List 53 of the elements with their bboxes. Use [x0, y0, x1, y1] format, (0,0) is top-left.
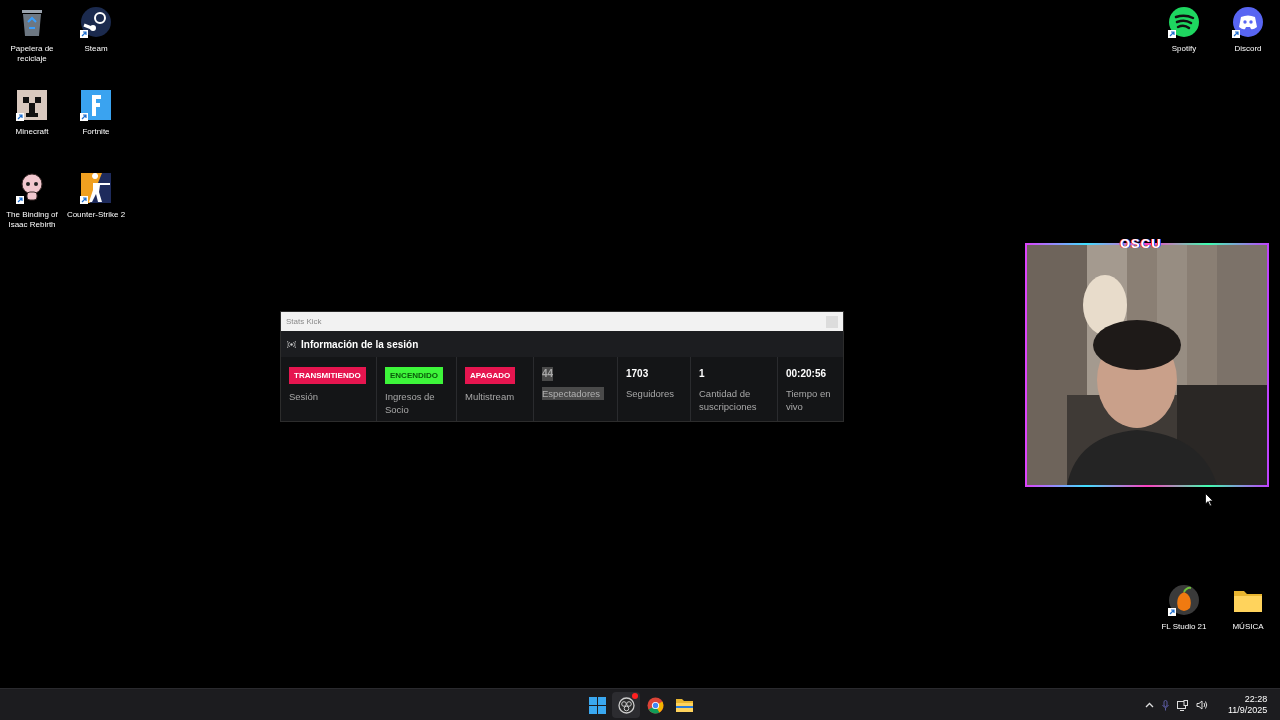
stat-value: 1703: [626, 367, 649, 381]
shortcut-label: Discord: [1233, 44, 1263, 54]
spotify-icon: [1168, 6, 1200, 38]
broadcast-icon: [287, 340, 296, 348]
discord-icon: [1232, 6, 1264, 38]
stat-value: 1: [699, 367, 705, 381]
volume-icon[interactable]: [1196, 700, 1208, 710]
shortcut-label: Minecraft: [14, 127, 50, 137]
shortcut-label: Papelera de reciclaje: [9, 44, 55, 64]
soldier-silhouette-icon: [80, 172, 112, 204]
clock-time: 22:28: [1244, 694, 1268, 705]
status-badge: ENCENDIDO: [385, 367, 443, 384]
clock[interactable]: 22:28 11/9/2025: [1228, 694, 1268, 716]
stat-value: 00:20:56: [786, 367, 827, 381]
stat-label: Seguidores: [626, 387, 676, 400]
stat-value: 44: [542, 367, 554, 381]
fruit-icon: [1168, 584, 1200, 616]
stat-label: Sesión: [289, 390, 320, 403]
window-title: Stats Kick: [286, 315, 322, 328]
taskbar-button[interactable]: [612, 692, 640, 718]
desktop-shortcut[interactable]: Fortnite: [64, 87, 128, 170]
shortcut-label: Fortnite: [81, 127, 111, 137]
status-badge: APAGADO: [465, 367, 516, 384]
stat-label: Ingresos de Socio: [385, 390, 436, 416]
network-icon[interactable]: [1177, 699, 1188, 711]
shortcut-label: MÚSICA: [1231, 622, 1265, 632]
letter-tile-icon: [80, 89, 112, 121]
desktop-shortcut[interactable]: Steam: [64, 4, 128, 87]
stat-label: Cantidad de suscripciones: [699, 387, 758, 413]
shortcut-label: FL Studio 21: [1160, 622, 1208, 632]
section-title: Información de la sesión: [301, 337, 419, 352]
shortcut-label: The Binding of Isaac Rebirth: [5, 210, 59, 230]
chevron-up-icon[interactable]: [1145, 702, 1154, 708]
steam-icon: [80, 6, 112, 38]
stat-label: Multistream: [465, 390, 516, 403]
desktop-shortcut[interactable]: MÚSICA: [1216, 582, 1280, 632]
desktop-shortcut[interactable]: Discord: [1216, 4, 1280, 54]
desktop-shortcut[interactable]: FL Studio 21: [1152, 582, 1216, 632]
status-badge: TRANSMITIENDO: [289, 367, 366, 384]
desktop-shortcut[interactable]: Counter-Strike 2: [64, 170, 128, 253]
overlay-logo: OSCU: [1120, 235, 1162, 253]
shortcut-label: Steam: [83, 44, 109, 54]
desktop-shortcut[interactable]: Papelera de reciclaje: [0, 4, 64, 87]
stat-label: Espectadores: [542, 387, 605, 400]
desktop-shortcut[interactable]: Minecraft: [0, 87, 64, 170]
cursor-icon: [1205, 493, 1214, 507]
stat-label: Tiempo en vivo: [786, 387, 832, 413]
shortcut-label: Spotify: [1170, 44, 1198, 54]
clock-date: 11/9/2025: [1228, 705, 1268, 716]
desktop-shortcut[interactable]: The Binding of Isaac Rebirth: [0, 170, 64, 253]
desktop-shortcut[interactable]: Spotify: [1152, 4, 1216, 54]
creeper-icon: [16, 89, 48, 121]
shortcut-label: Counter-Strike 2: [65, 210, 127, 220]
